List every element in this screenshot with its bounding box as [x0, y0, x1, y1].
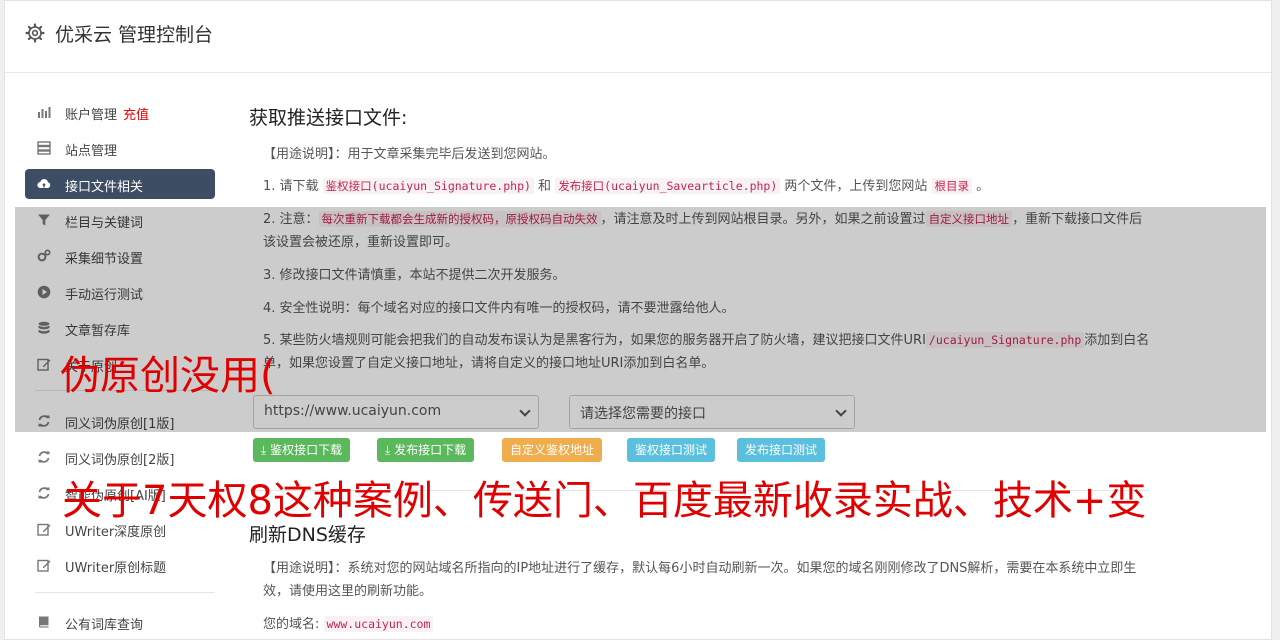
edit-icon	[37, 523, 51, 536]
domain-value: www.ucaiyun.com	[323, 616, 434, 632]
sidebar-divider	[35, 592, 215, 593]
recharge-link[interactable]: 充值	[123, 108, 149, 123]
domain-line: 您的域名: www.ucaiyun.com	[263, 613, 1153, 636]
test-auth-button[interactable]: 鉴权接口测试	[627, 438, 716, 462]
gear-icon	[25, 23, 45, 43]
sidebar-item-label: 站点管理	[65, 144, 118, 159]
sidebar-item-public-lexicon[interactable]: 公有词库查询	[25, 607, 215, 637]
sidebar-item-label: 公有词库查询	[65, 618, 144, 633]
test-publish-button[interactable]: 发布接口测试	[737, 438, 826, 462]
step-1: 1. 请下载 鉴权接口(ucaiyun_Signature.php) 和 发布接…	[263, 178, 990, 194]
sidebar-item-sites[interactable]: 站点管理	[25, 133, 215, 163]
refresh-icon	[38, 451, 50, 463]
sidebar-item-label: 接口文件相关	[65, 180, 144, 195]
custom-auth-button[interactable]: 自定义鉴权地址	[502, 438, 603, 462]
sidebar-item-label: 账户管理	[65, 108, 118, 123]
edit-icon	[37, 559, 51, 572]
section-title-interface-files: 获取推送接口文件:	[249, 107, 408, 129]
server-icon	[37, 141, 51, 155]
sidebar-item-label: 同义词伪原创[2版]	[65, 453, 175, 468]
publish-interface-code: 发布接口(ucaiyun_Savearticle.php)	[555, 178, 781, 194]
domain-label: 您的域名:	[263, 617, 320, 632]
sidebar-item-interface-files[interactable]: 接口文件相关	[25, 169, 215, 199]
app-title: 优采云 管理控制台	[55, 24, 214, 46]
root-dir-code: 根目录	[931, 178, 973, 194]
cloud-upload-icon	[37, 179, 51, 189]
auth-interface-code: 鉴权接口(ucaiyun_Signature.php)	[322, 178, 534, 194]
sidebar-item-uwriter-title[interactable]: UWriter原创标题	[25, 550, 215, 580]
refresh-icon	[38, 487, 50, 499]
book-icon	[38, 616, 49, 628]
dns-usage-text: 【用途说明】：系统对您的网站域名所指向的IP地址进行了缓存，默认每6小时自动刷新…	[263, 561, 1137, 599]
caption-line-1: 伪原创没用(	[60, 353, 276, 399]
header: 优采云 管理控制台	[5, 1, 1271, 73]
usage-text: 【用途说明】：用于文章采集完毕后发送到您网站。	[263, 147, 556, 162]
caption-line-2: 关于7天权8这种案例、传送门、百度最新收录实战、技术+变	[62, 478, 1147, 524]
sidebar-item-label: UWriter原创标题	[65, 561, 167, 576]
sidebar-item-account[interactable]: 账户管理 充值	[25, 97, 215, 127]
bar-chart-icon	[38, 107, 51, 118]
download-auth-button[interactable]: ⤓ 鉴权接口下载	[253, 438, 351, 462]
download-publish-button[interactable]: ⤓ 发布接口下载	[377, 438, 475, 462]
